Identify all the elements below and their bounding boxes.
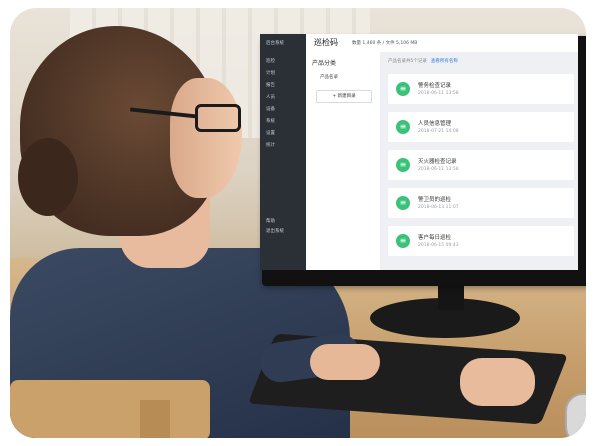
sidebar-item-logout[interactable]: 退出系统 (266, 228, 300, 234)
sidebar-item-stats[interactable]: 统计 (266, 142, 300, 148)
card-date: 2018-06-13 11:07 (418, 205, 459, 210)
list-icon: ≡ (396, 196, 410, 210)
card-name: 灭火器检查记录 (418, 159, 457, 165)
view-all-link[interactable]: 查看所有名称 (431, 59, 458, 64)
left-hand (310, 344, 380, 380)
chair-back-bar (140, 400, 170, 438)
monitor-screen: 后台系统 巡检 计划 报告 人员 设备 系统 设置 统计 帮助 退出系统 巡检码… (260, 34, 578, 270)
list-icon: ≡ (396, 120, 410, 134)
wooden-chair (10, 380, 210, 438)
list-item[interactable]: ≡ 人员信息管理 2018-07-21 14:08 (388, 112, 574, 142)
woman-hair-bun (18, 138, 78, 216)
list-item[interactable]: ≡ 灭火器检查记录 2018-06-11 13:58 (388, 150, 574, 180)
card-name: 客户每日巡检 (418, 235, 452, 241)
sidebar-item-inspection[interactable]: 巡检 (266, 58, 300, 64)
list-icon: ≡ (396, 234, 410, 248)
sidebar-item-system[interactable]: 后台系统 (266, 40, 300, 46)
sidebar-item-plan[interactable]: 计划 (266, 70, 300, 76)
card-date: 2018-06-11 13:58 (418, 167, 459, 172)
card-date: 2018-06-11 13:58 (418, 91, 459, 96)
app-title: 巡检码 (314, 38, 338, 47)
content-header: 产品名录共5个记录 查看所有名称 (388, 58, 458, 64)
list-item[interactable]: ≡ 警卫员的巡检 2018-06-13 11:07 (388, 188, 574, 218)
card-date: 2018-07-21 14:08 (418, 129, 459, 134)
list-item[interactable]: ≡ 客户每日巡检 2018-06-15 09:43 (388, 226, 574, 256)
new-directory-button[interactable]: + 新建目录 (316, 90, 372, 103)
card-name: 警卫员的巡检 (418, 197, 452, 203)
card-name: 警务检查记录 (418, 83, 452, 89)
list-icon: ≡ (396, 82, 410, 96)
top-info-stats: 数量 1,460 条 / 文件 5,106 MB (352, 41, 418, 46)
sidebar-item-help[interactable]: 帮助 (266, 218, 300, 224)
app-topbar: 巡检码 数量 1,460 条 / 文件 5,106 MB (306, 34, 578, 53)
content-header-text: 产品名录共5个记录 (388, 59, 427, 64)
category-panel: 产品分类 产品名录 + 新建目录 (306, 52, 381, 270)
list-icon: ≡ (396, 158, 410, 172)
computer-mouse (565, 393, 586, 438)
panel-sub-item[interactable]: 产品名录 (320, 74, 338, 80)
panel-title: 产品分类 (312, 60, 337, 67)
sidebar-item-report[interactable]: 报告 (266, 82, 300, 88)
card-name: 人员信息管理 (418, 121, 452, 127)
sidebar-item-staff[interactable]: 人员 (266, 94, 300, 100)
right-hand (460, 358, 535, 406)
app-sidebar: 后台系统 巡检 计划 报告 人员 设备 系统 设置 统计 帮助 退出系统 (260, 34, 306, 270)
records-list: 产品名录共5个记录 查看所有名称 ≡ 警务检查记录 2018-06-11 13:5… (380, 52, 578, 270)
card-date: 2018-06-15 09:43 (418, 243, 459, 248)
sidebar-item-device[interactable]: 设备 (266, 106, 300, 112)
sidebar-item-settings[interactable]: 设置 (266, 130, 300, 136)
list-item[interactable]: ≡ 警务检查记录 2018-06-11 13:58 (388, 74, 574, 104)
woman-face (170, 78, 242, 198)
glasses-icon (195, 104, 241, 132)
sidebar-item-sys[interactable]: 系统 (266, 118, 300, 124)
